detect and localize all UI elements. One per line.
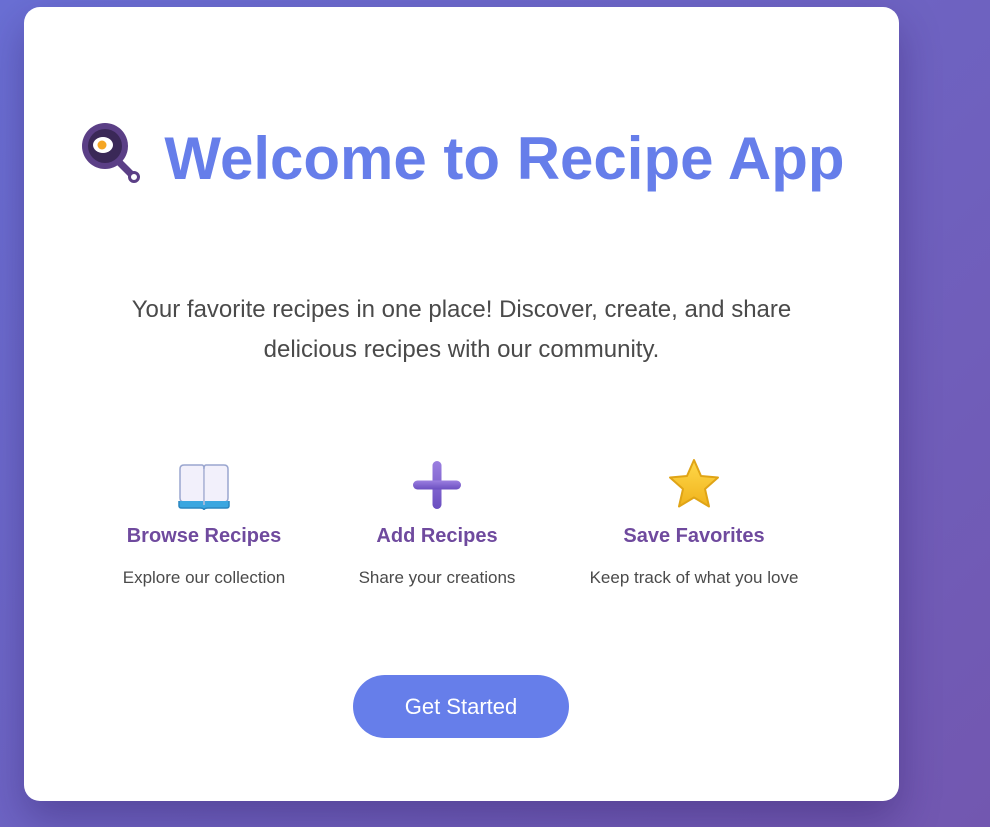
feature-description: Keep track of what you love (589, 568, 799, 587)
get-started-button[interactable]: Get Started (353, 675, 569, 738)
feature-title: Browse Recipes (126, 525, 282, 547)
feature-add-recipes: Add Recipes Share your creations (337, 457, 537, 589)
open-book-icon (178, 464, 230, 511)
feature-description: Explore our collection (122, 568, 286, 587)
star-icon (669, 459, 719, 508)
page-title-text: Welcome to Recipe App (164, 125, 845, 192)
feature-save-favorites: Save Favorites Keep track of what you lo… (574, 457, 814, 589)
welcome-card: Welcome to Recipe App Your favorite reci… (24, 7, 899, 801)
feature-title: Save Favorites (623, 525, 765, 547)
page-title: Welcome to Recipe App (24, 119, 899, 193)
feature-description: Share your creations (358, 568, 516, 587)
plus-icon (413, 461, 461, 509)
page-subtitle: Your favorite recipes in one place! Disc… (131, 296, 792, 363)
frying-pan-egg-icon (82, 123, 141, 183)
feature-browse-recipes: Browse Recipes Explore our collection (104, 457, 304, 589)
feature-title: Add Recipes (376, 525, 498, 547)
